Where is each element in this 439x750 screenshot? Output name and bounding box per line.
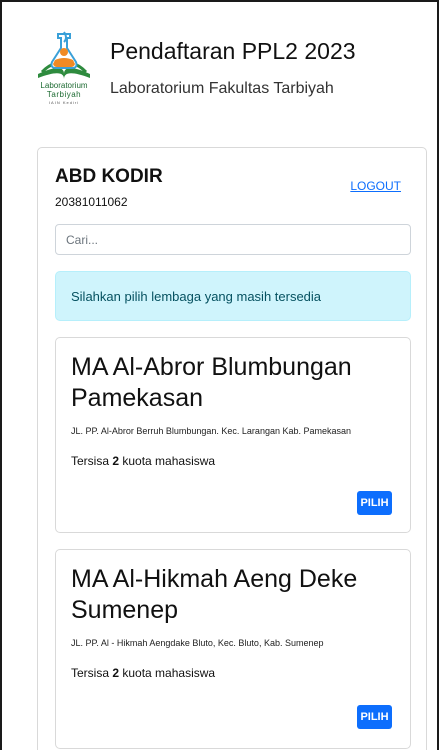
institution-quota: Tersisa 2 kuota mahasiswa <box>71 454 215 468</box>
header: Laboratorium Tarbiyah IAIN Kediri Pendaf… <box>28 24 428 106</box>
user-name: ABD KODIR <box>55 166 163 187</box>
institution-card: MA Al-Hikmah Aeng Deke Sumenep JL. PP. A… <box>55 549 411 749</box>
institution-address: JL. PP. Al - Hikmah Aengdake Bluto, Kec.… <box>71 638 324 648</box>
info-alert: Silahkan pilih lembaga yang masih tersed… <box>55 271 411 321</box>
logo-icon <box>38 31 90 79</box>
app-frame: Laboratorium Tarbiyah IAIN Kediri Pendaf… <box>0 0 439 750</box>
institution-title: MA Al-Abror Blumbungan Pamekasan <box>71 353 352 412</box>
search-input[interactable] <box>55 224 411 255</box>
alert-text: Silahkan pilih lembaga yang masih tersed… <box>71 289 322 304</box>
logout-link[interactable]: LOGOUT <box>350 179 401 193</box>
page-subtitle: Laboratorium Fakultas Tarbiyah <box>110 80 334 97</box>
logo-text-line-1: Laboratorium <box>40 81 88 90</box>
quota-prefix: Tersisa <box>71 454 113 468</box>
pilih-button[interactable]: PILIH <box>357 491 392 515</box>
logo-text-line-2: Tarbiyah <box>46 90 82 99</box>
logo: Laboratorium Tarbiyah IAIN Kediri <box>28 28 100 106</box>
quota-suffix: kuota mahasiswa <box>119 666 216 680</box>
page-title: Pendaftaran PPL2 2023 <box>110 38 356 64</box>
logo-text-line-3: IAIN Kediri <box>48 100 80 105</box>
quota-suffix: kuota mahasiswa <box>119 454 216 468</box>
institution-card: MA Al-Abror Blumbungan Pamekasan JL. PP.… <box>55 337 411 533</box>
quota-prefix: Tersisa <box>71 666 113 680</box>
pilih-button[interactable]: PILIH <box>357 705 392 729</box>
institution-title: MA Al-Hikmah Aeng Deke Sumenep <box>71 565 358 624</box>
registration-card: ABD KODIR 20381011062 LOGOUT Silahkan pi… <box>37 147 427 750</box>
institution-address: JL. PP. Al-Abror Berruh Blumbungan. Kec.… <box>71 426 352 436</box>
institution-quota: Tersisa 2 kuota mahasiswa <box>71 666 215 680</box>
user-id: 20381011062 <box>55 195 128 209</box>
